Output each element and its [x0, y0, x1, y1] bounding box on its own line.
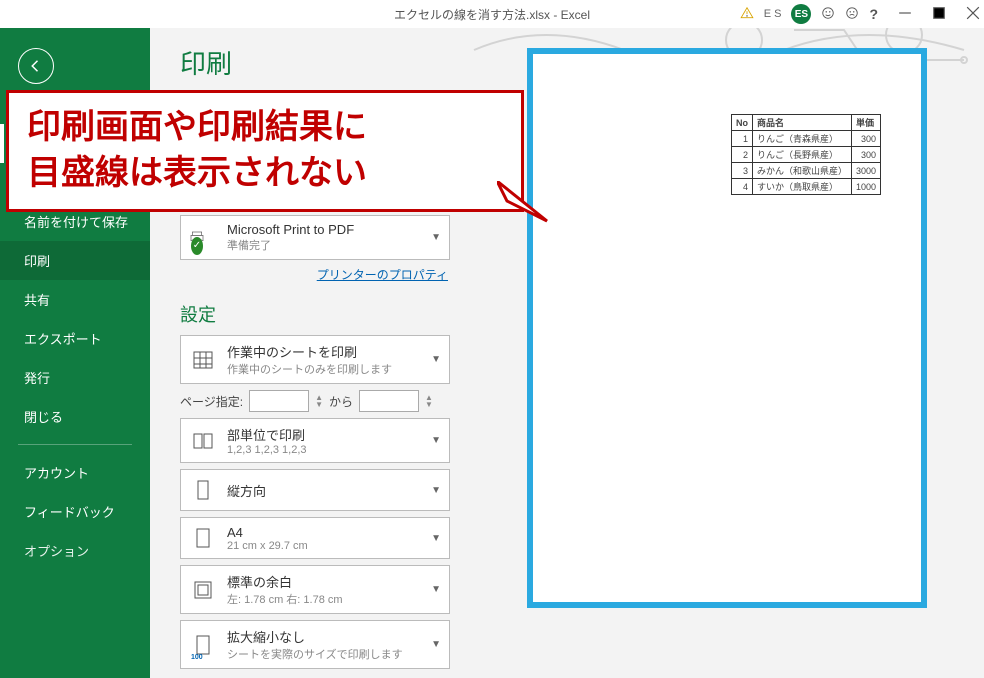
close-icon[interactable] — [966, 6, 980, 23]
page-title: 印刷 — [180, 44, 450, 81]
margins-icon — [189, 576, 217, 604]
printer-icon: ✓ — [189, 224, 217, 252]
callout-tail-icon — [497, 181, 567, 251]
orientation-select[interactable]: 縦方向 ▼ — [180, 469, 450, 511]
preview-table: No商品名単価 1りんご（青森県産）3002りんご（長野県産）3003みかん（和… — [731, 114, 881, 195]
pages-label: ページ指定: — [180, 393, 243, 410]
printer-status-text: 準備完了 — [227, 237, 354, 253]
user-badge[interactable]: ES — [791, 4, 811, 24]
sidebar-item-feedback[interactable]: フィードバック — [0, 492, 150, 531]
back-button[interactable] — [18, 48, 54, 84]
chevron-down-icon: ▼ — [431, 639, 441, 650]
preview-page: No商品名単価 1りんご（青森県産）3002りんご（長野県産）3003みかん（和… — [527, 48, 927, 608]
chevron-down-icon: ▼ — [431, 485, 441, 496]
paper-size-select[interactable]: A4 21 cm x 29.7 cm ▼ — [180, 517, 450, 559]
frown-icon[interactable] — [845, 6, 859, 23]
maximize-icon[interactable] — [932, 6, 946, 23]
printer-name: Microsoft Print to PDF — [227, 222, 354, 237]
annotation-callout: 印刷画面や印刷結果に 目盛線は表示されない — [6, 90, 524, 212]
print-scope-select[interactable]: 作業中のシートを印刷 作業中のシートのみを印刷します ▼ — [180, 335, 450, 384]
portrait-icon — [189, 476, 217, 504]
chevron-down-icon: ▼ — [431, 435, 441, 446]
sidebar-item-account[interactable]: アカウント — [0, 453, 150, 492]
chevron-down-icon: ▼ — [431, 533, 441, 544]
sidebar-item-share[interactable]: 共有 — [0, 280, 150, 319]
settings-heading: 設定 — [180, 301, 450, 327]
sidebar-item-close[interactable]: 閉じる — [0, 397, 150, 436]
sidebar-item-options[interactable]: オプション — [0, 531, 150, 570]
printer-select[interactable]: ✓ Microsoft Print to PDF 準備完了 ▼ — [180, 215, 450, 260]
print-preview: No商品名単価 1りんご（青森県産）3002りんご（長野県産）3003みかん（和… — [470, 28, 984, 678]
user-initials: E S — [764, 8, 782, 20]
scaling-select[interactable]: 100 拡大縮小なし シートを実際のサイズで印刷します ▼ — [180, 620, 450, 669]
status-ok-icon: ✓ — [191, 237, 203, 255]
pages-to-label: から — [329, 393, 353, 410]
chevron-down-icon: ▼ — [431, 232, 441, 243]
chevron-down-icon: ▼ — [431, 584, 441, 595]
collate-select[interactable]: 部単位で印刷 1,2,3 1,2,3 1,2,3 ▼ — [180, 418, 450, 463]
minimize-icon[interactable] — [898, 6, 912, 23]
pages-to-input[interactable] — [359, 390, 419, 412]
window-title: エクセルの線を消す方法.xlsx - Excel — [394, 6, 590, 23]
margins-select[interactable]: 標準の余白 左: 1.78 cm 右: 1.78 cm ▼ — [180, 565, 450, 614]
collate-icon — [189, 427, 217, 455]
smile-icon[interactable] — [821, 6, 835, 23]
sidebar-separator — [18, 444, 132, 445]
sidebar-item-export[interactable]: エクスポート — [0, 319, 150, 358]
printer-properties-link[interactable]: プリンターのプロパティ — [180, 266, 448, 283]
help-icon[interactable]: ? — [869, 6, 878, 22]
warning-icon[interactable] — [740, 6, 754, 23]
sidebar-item-publish[interactable]: 発行 — [0, 358, 150, 397]
chevron-down-icon: ▼ — [431, 354, 441, 365]
sheet-icon — [189, 346, 217, 374]
paper-icon — [189, 524, 217, 552]
titlebar: エクセルの線を消す方法.xlsx - Excel E S ES ? — [0, 0, 984, 28]
sidebar-item-print[interactable]: 印刷 — [0, 241, 150, 280]
pages-from-input[interactable] — [249, 390, 309, 412]
scaling-icon: 100 — [189, 631, 217, 659]
